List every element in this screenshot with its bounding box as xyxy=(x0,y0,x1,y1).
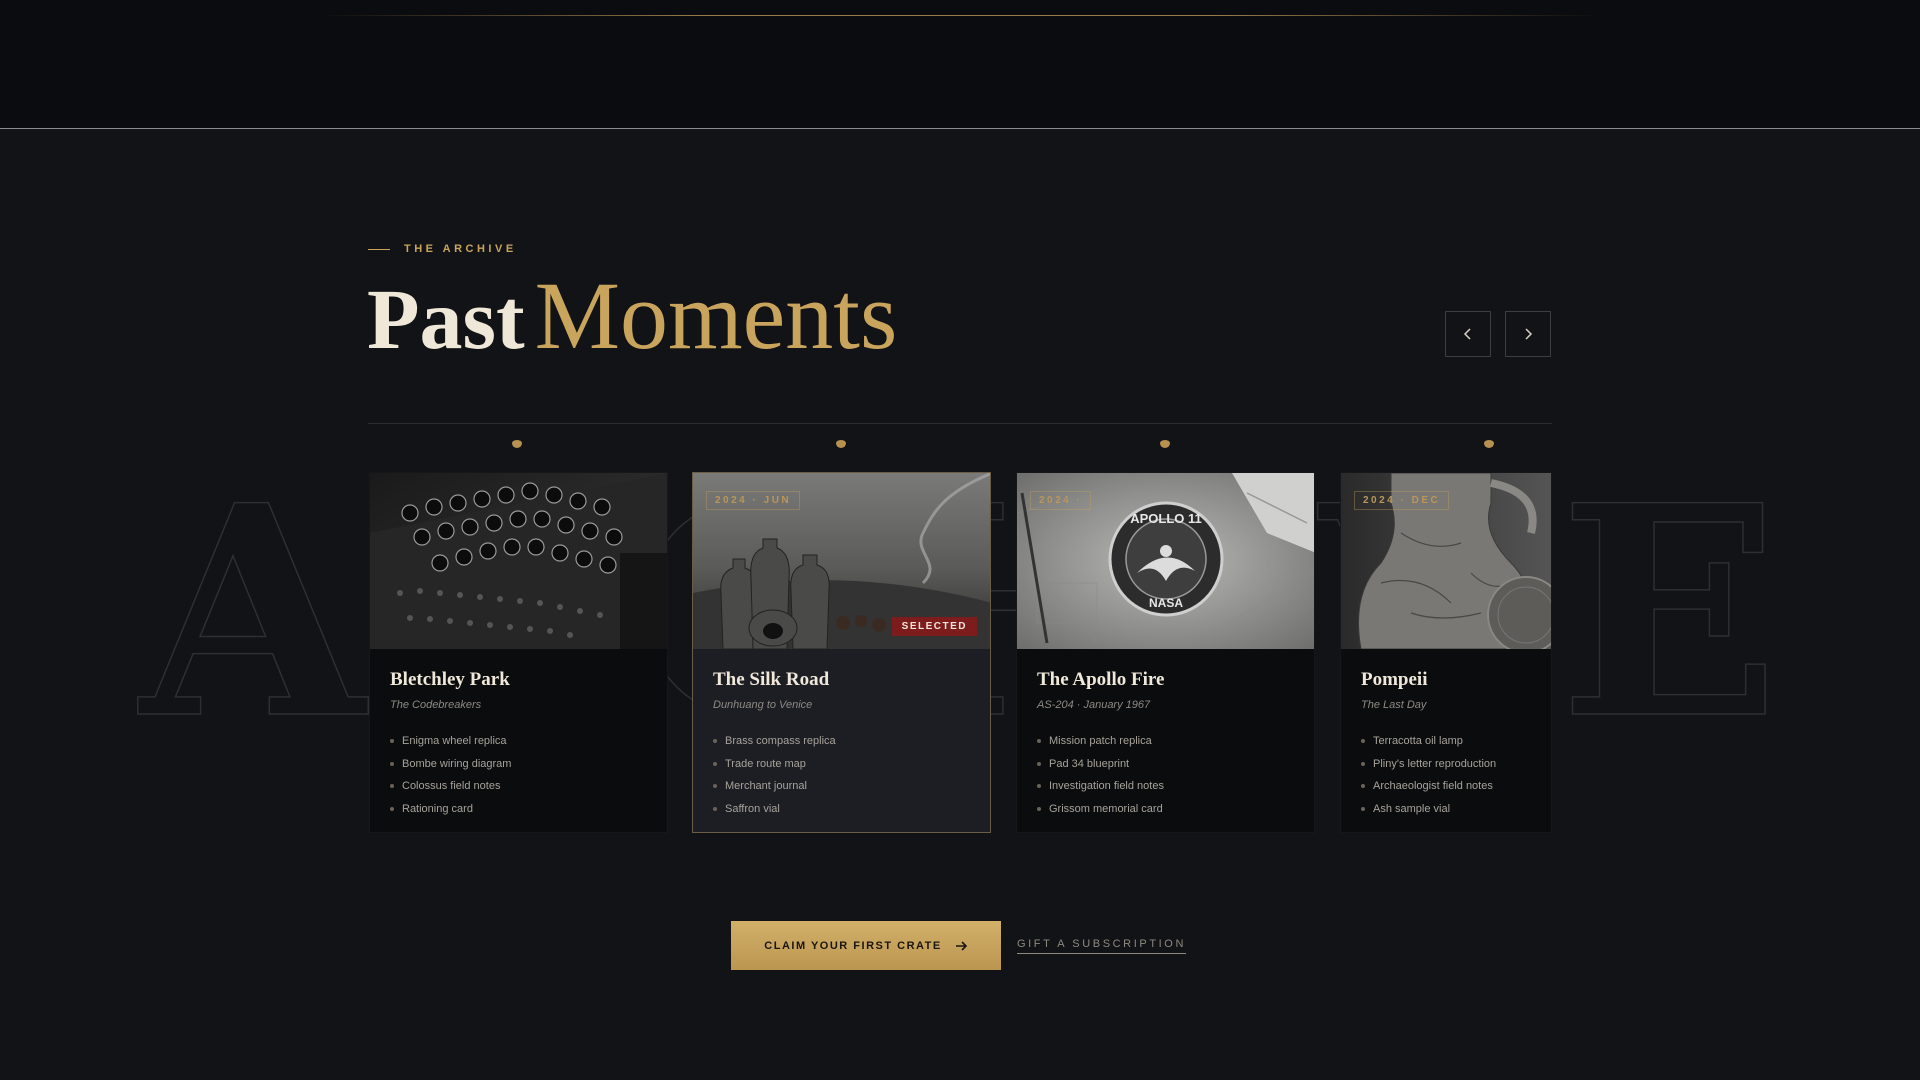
card-date-tag: 2024 · DEC xyxy=(1354,491,1450,510)
list-item: Saffron vial xyxy=(713,798,836,821)
list-item: Terracotta oil lamp xyxy=(1361,730,1496,753)
cta-label: CLAIM YOUR FIRST CRATE xyxy=(764,939,942,952)
arrow-right-icon xyxy=(955,940,967,951)
list-item: Archaeologist field notes xyxy=(1361,775,1496,798)
list-item: Rationing card xyxy=(390,798,511,821)
patch-text-top: APOLLO 11 xyxy=(1130,511,1202,526)
list-item: Mission patch replica xyxy=(1037,730,1164,753)
moment-card-selected[interactable]: 2024 · JUN SELECTED The Silk Road Dunhua… xyxy=(692,472,991,833)
card-subtitle: Dunhuang to Venice xyxy=(713,699,813,711)
moment-card[interactable]: 2024 · DEC Pompeii The Last Day Terracot… xyxy=(1340,472,1552,833)
claim-first-crate-button[interactable]: CLAIM YOUR FIRST CRATE xyxy=(731,921,1001,970)
moment-card[interactable]: Bletchley Park The Codebreakers Enigma w… xyxy=(369,472,668,833)
card-item-list: Enigma wheel replica Bombe wiring diagra… xyxy=(390,730,511,820)
card-item-list: Mission patch replica Pad 34 blueprint I… xyxy=(1037,730,1164,820)
enigma-machine-image xyxy=(370,473,667,649)
list-item: Brass compass replica xyxy=(713,730,836,753)
top-header-bar xyxy=(0,0,1920,129)
timeline-marker xyxy=(836,440,846,448)
card-subtitle: The Codebreakers xyxy=(390,699,482,711)
eyebrow-label: THE ARCHIVE xyxy=(404,243,517,255)
list-item: Ash sample vial xyxy=(1361,798,1496,821)
chevron-left-icon xyxy=(1463,328,1471,340)
card-title: Pompeii xyxy=(1361,669,1428,690)
timeline-marker xyxy=(1484,440,1494,448)
next-button[interactable] xyxy=(1505,311,1551,357)
card-title: The Silk Road xyxy=(713,669,830,690)
timeline-marker xyxy=(1160,440,1170,448)
header-gold-rule xyxy=(320,15,1600,16)
card-title: The Apollo Fire xyxy=(1037,669,1165,690)
title-plain: Past xyxy=(367,271,525,367)
section-eyebrow: THE ARCHIVE xyxy=(368,243,517,255)
list-item: Trade route map xyxy=(713,753,836,776)
chevron-right-icon xyxy=(1525,328,1533,340)
card-date-tag: 2024 · xyxy=(1030,491,1092,510)
card-carousel: Bletchley Park The Codebreakers Enigma w… xyxy=(0,0,1920,1080)
list-item: Grissom memorial card xyxy=(1037,798,1164,821)
list-item: Merchant journal xyxy=(713,775,836,798)
timeline-rule xyxy=(368,423,1552,424)
list-item: Colossus field notes xyxy=(390,775,511,798)
eyebrow-rule xyxy=(368,248,390,250)
card-subtitle: AS-204 · January 1967 xyxy=(1037,699,1151,711)
list-item: Pad 34 blueprint xyxy=(1037,753,1164,776)
list-item: Enigma wheel replica xyxy=(390,730,511,753)
section-title: Past Moments xyxy=(367,268,897,364)
bg-letter: E xyxy=(1558,443,1781,783)
title-accent: Moments xyxy=(534,262,898,369)
card-item-list: Terracotta oil lamp Pliny's letter repro… xyxy=(1361,730,1496,820)
card-item-list: Brass compass replica Trade route map Me… xyxy=(713,730,836,820)
card-date-tag: 2024 · JUN xyxy=(706,491,801,510)
list-item: Pliny's letter reproduction xyxy=(1361,753,1496,776)
selected-badge: SELECTED xyxy=(891,617,977,636)
gift-subscription-link[interactable]: GIFT A SUBSCRIPTION xyxy=(1017,938,1186,954)
patch-text-bottom: NASA xyxy=(1149,596,1183,610)
list-item: Bombe wiring diagram xyxy=(390,753,511,776)
previous-button[interactable] xyxy=(1445,311,1491,357)
moment-card[interactable]: APOLLO 11 NASA 2024 · The Apollo Fire AS… xyxy=(1016,472,1315,833)
timeline-marker xyxy=(512,440,522,448)
card-title: Bletchley Park xyxy=(390,669,510,690)
bg-letter: A xyxy=(139,443,366,783)
list-item: Investigation field notes xyxy=(1037,775,1164,798)
card-subtitle: The Last Day xyxy=(1361,699,1427,711)
